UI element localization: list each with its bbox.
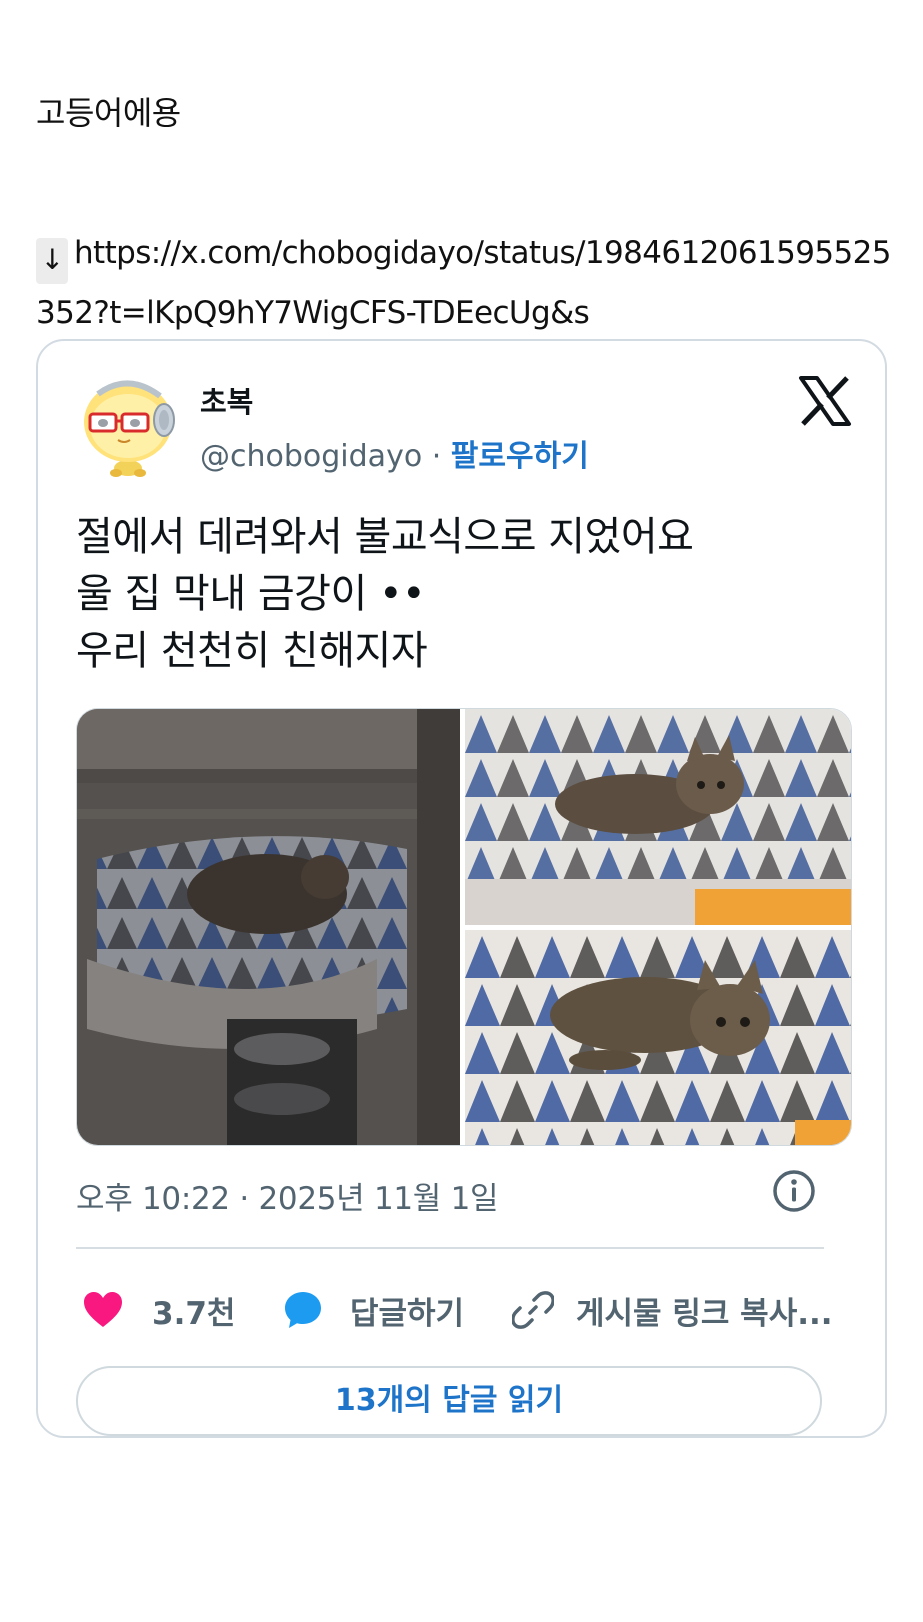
- tweet-text-line: 절에서 데려와서 불교식으로 지었어요: [76, 514, 694, 560]
- display-name[interactable]: 초복: [200, 379, 253, 421]
- speech-bubble-icon: [285, 1292, 321, 1328]
- copy-link-label: 게시물 링크 복사...: [576, 1295, 833, 1332]
- tweet-photo[interactable]: [465, 709, 851, 925]
- read-replies-button[interactable]: 13개의 답글 읽기: [76, 1366, 822, 1436]
- tweet-actions: 3.7천 답글하기 게시물 링크 복사...: [76, 1281, 833, 1339]
- heart-icon: [84, 1292, 122, 1327]
- tweet-text-line: 울 집 막내 금강이 ••: [76, 571, 426, 617]
- user-meta: @chobogidayo · 팔로우하기: [200, 431, 589, 475]
- reply-button[interactable]: 답글하기: [282, 1281, 464, 1339]
- tweet-url-link[interactable]: ↓ https://x.com/chobogidayo/status/198461…: [36, 224, 896, 342]
- tweet-media-grid[interactable]: [76, 708, 852, 1146]
- reply-label: 답글하기: [350, 1295, 465, 1332]
- x-logo-icon[interactable]: [798, 376, 852, 426]
- tweet-text: 절에서 데려와서 불교식으로 지었어요 울 집 막내 금강이 •• 우리 천천히…: [76, 509, 856, 680]
- tweet-url-text[interactable]: https://x.com/chobogidayo/status/1984612…: [36, 235, 891, 331]
- tweet-photo[interactable]: [465, 930, 851, 1145]
- down-arrow-icon: ↓: [36, 238, 68, 284]
- copy-link-button[interactable]: 게시물 링크 복사...: [512, 1281, 833, 1339]
- tweet-photo[interactable]: [77, 709, 460, 1145]
- tweet-timestamp[interactable]: 오후 10:22 · 2025년 11월 1일: [76, 1173, 499, 1218]
- like-button[interactable]: 3.7천: [82, 1281, 235, 1339]
- avatar[interactable]: [78, 374, 182, 478]
- info-icon[interactable]: [771, 1168, 817, 1214]
- user-handle[interactable]: @chobogidayo: [200, 439, 422, 474]
- meta-separator: ·: [422, 439, 451, 474]
- follow-link[interactable]: 팔로우하기: [451, 439, 589, 474]
- divider: [76, 1247, 824, 1249]
- embedded-tweet-card: 초복 @chobogidayo · 팔로우하기 절에서 데려와서 불교식으로 지…: [36, 339, 887, 1438]
- tweet-text-line: 우리 천천히 친해지자: [76, 628, 428, 674]
- like-count: 3.7천: [152, 1295, 236, 1332]
- link-icon: [512, 1291, 554, 1329]
- intro-text: 고등어에용: [36, 94, 181, 132]
